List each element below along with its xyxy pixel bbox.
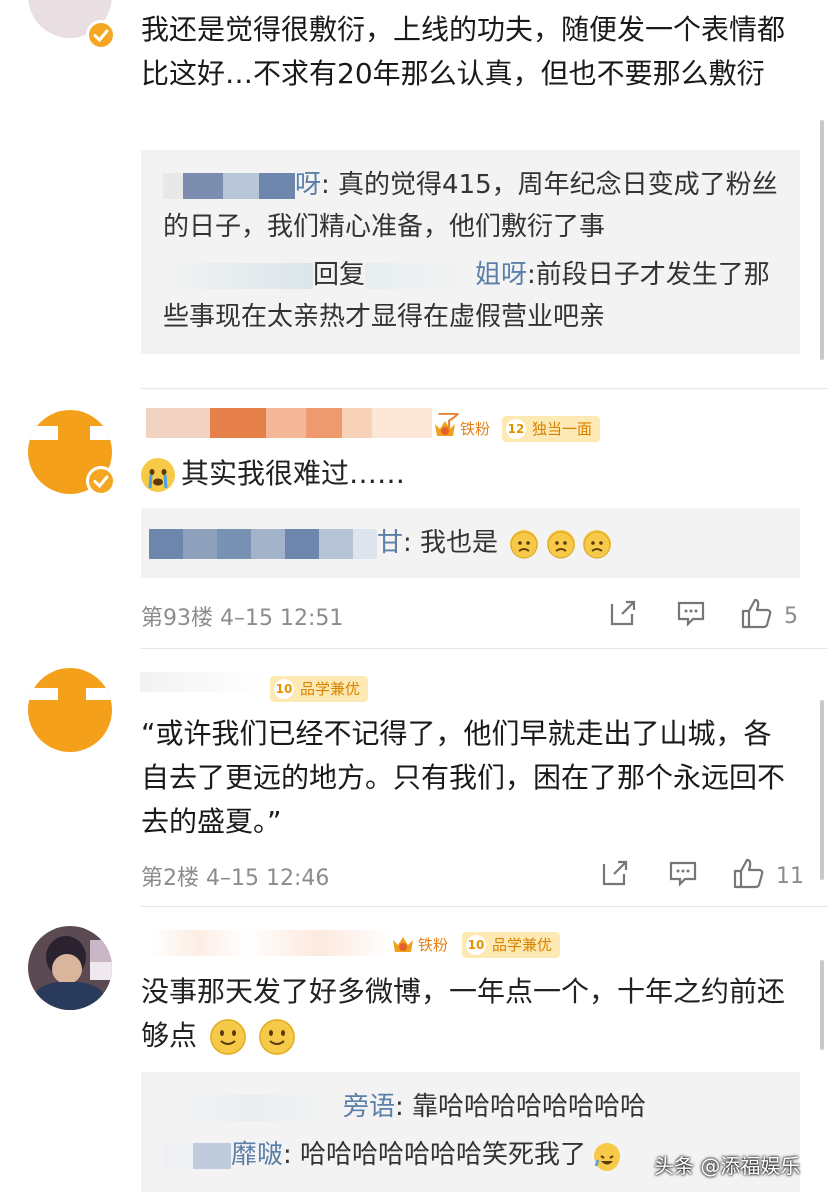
reply-box[interactable]: 甘: 我也是	[141, 508, 800, 578]
share-icon[interactable]	[600, 858, 630, 894]
crying-emoji-icon	[141, 458, 175, 492]
divider	[141, 648, 828, 649]
comment-text: 其实我很难过……	[181, 457, 406, 490]
like-button[interactable]: 5	[740, 596, 798, 630]
scrollbar[interactable]	[820, 120, 824, 360]
reply-text: : 我也是	[403, 528, 499, 558]
like-icon	[740, 596, 774, 636]
comment-text: 我还是觉得很敷衍，上线的功夫，随便发一个表情都比这好…不求有20年那么认真，但也…	[141, 13, 786, 90]
crown-icon	[390, 932, 416, 958]
reply-item[interactable]: 回复 姐呀:前段日子才发生了那些事现在太亲热才显得在虚假营业吧亲	[163, 254, 786, 338]
timestamp: 4–15 12:51	[220, 606, 344, 631]
avatar[interactable]	[28, 668, 112, 752]
frown-emoji-icon	[510, 529, 539, 558]
reply-item[interactable]: 旁语: 靠哈哈哈哈哈哈哈哈	[163, 1086, 786, 1128]
reply-box[interactable]: 呀: 真的觉得415，周年纪念日变成了粉丝的日子，我们精心准备，他们敷衍了事 回…	[141, 150, 800, 354]
level-badge: 10 品学兼优	[270, 676, 369, 702]
reply-username[interactable]: 姐呀	[475, 260, 527, 290]
comment-icon[interactable]	[676, 598, 706, 634]
username[interactable]	[140, 672, 264, 692]
reply-username[interactable]: 甘	[377, 528, 403, 558]
reply-word: 回复	[313, 260, 366, 290]
scrollbar[interactable]	[820, 960, 824, 1050]
scrollbar[interactable]	[820, 700, 824, 880]
floor-label: 第2楼	[141, 866, 199, 891]
comment-icon[interactable]	[668, 858, 698, 894]
verified-icon	[86, 466, 116, 496]
laugh-cry-emoji-icon	[594, 1142, 621, 1171]
watermark: 头条 @添福娱乐	[654, 1154, 801, 1178]
username[interactable]	[150, 930, 390, 956]
comment-meta: 第93楼 4–15 12:51	[141, 600, 343, 632]
comment-line: 其实我很难过……	[141, 452, 405, 496]
avatar[interactable]	[28, 926, 112, 1010]
comment-line: 没事那天发了好多微博，一年点一个，十年之约前还够点	[141, 970, 801, 1058]
like-count: 5	[784, 603, 798, 629]
verified-icon	[86, 20, 116, 50]
comment-text: “或许我们已经不记得了，他们早就走出了山城，各自去了更远的地方。只有我们，困在了…	[141, 717, 786, 838]
level-badge: 12 独当一面	[502, 416, 601, 442]
reply-text: : 靠哈哈哈哈哈哈哈哈	[395, 1092, 647, 1122]
reply-username[interactable]: 呀	[295, 170, 321, 200]
crown-icon	[432, 416, 458, 442]
frown-emoji-icon	[546, 529, 575, 558]
divider	[141, 906, 828, 907]
like-icon	[732, 856, 766, 896]
divider	[141, 388, 828, 389]
reply-text: : 哈哈哈哈哈哈哈笑死我了	[283, 1140, 587, 1170]
fan-badge: 铁粉	[458, 416, 497, 442]
reply-username[interactable]: 旁语	[343, 1092, 395, 1122]
like-count: 11	[776, 863, 804, 889]
reply-item[interactable]: 甘: 我也是	[149, 522, 786, 564]
reply-username[interactable]: 靡啵	[231, 1140, 283, 1170]
comment-meta: 第2楼 4–15 12:46	[141, 860, 329, 892]
username[interactable]: 了	[146, 404, 462, 440]
timestamp: 4–15 12:46	[206, 866, 330, 891]
smile-emoji-icon	[258, 1019, 295, 1055]
fan-badge: 铁粉	[416, 932, 455, 958]
smile-emoji-icon	[209, 1019, 246, 1055]
share-icon[interactable]	[608, 598, 638, 634]
frown-emoji-icon	[582, 529, 611, 558]
level-badge: 10 品学兼优	[462, 932, 561, 958]
floor-label: 第93楼	[141, 606, 213, 631]
reply-item[interactable]: 呀: 真的觉得415，周年纪念日变成了粉丝的日子，我们精心准备，他们敷衍了事	[163, 164, 786, 248]
like-button[interactable]: 11	[732, 856, 804, 890]
